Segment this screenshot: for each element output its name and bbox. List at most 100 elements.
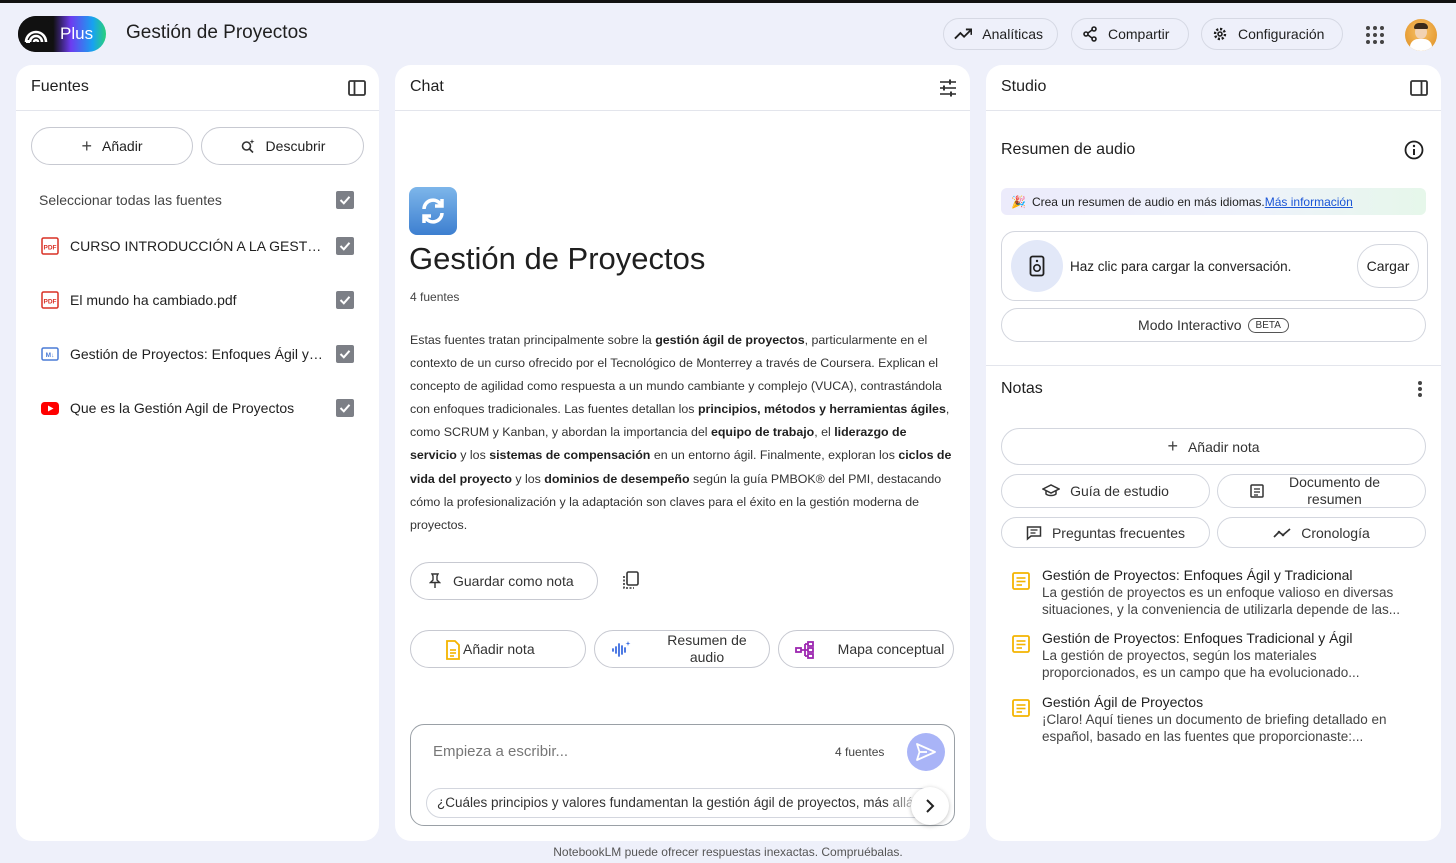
note-title: Gestión de Proyectos: Enfoques Tradicion… xyxy=(1042,630,1353,646)
chat-panel-header: Chat xyxy=(395,65,970,111)
note-preview: ¡Claro! Aquí tienes un documento de brie… xyxy=(1042,712,1387,744)
study-guide-button[interactable]: Guía de estudio xyxy=(1001,474,1210,508)
studio-panel-header: Studio xyxy=(986,65,1441,111)
search-sparkle-icon xyxy=(241,139,255,154)
tune-settings-icon[interactable] xyxy=(938,78,958,98)
gear-icon xyxy=(1213,27,1227,41)
note-item[interactable]: Gestión de Proyectos: Enfoques Ágil y Tr… xyxy=(1008,567,1418,619)
save-as-note-button[interactable]: Guardar como nota xyxy=(410,562,598,600)
chat-panel-title: Chat xyxy=(410,78,444,95)
send-icon xyxy=(916,743,936,761)
sources-panel-header: Fuentes xyxy=(16,65,379,111)
audio-summary-action-label: Resumen de audio xyxy=(667,632,747,665)
suggested-question-chip[interactable]: ¿Cuáles principios y valores fundamentan… xyxy=(426,788,946,818)
pdf-icon: PDF xyxy=(41,237,59,255)
source-label: CURSO INTRODUCCIÓN A LA GESTIÓN ... xyxy=(70,238,325,254)
settings-button[interactable]: Configuración xyxy=(1201,18,1343,50)
plus-icon: + xyxy=(1167,436,1178,456)
avatar[interactable] xyxy=(1405,19,1437,51)
plus-badge: Plus xyxy=(60,24,94,43)
source-label: Gestión de Proyectos: Enfoques Ágil y T.… xyxy=(70,346,325,362)
faq-chat-icon xyxy=(1026,525,1042,541)
source-checkbox[interactable] xyxy=(336,291,354,309)
note-preview: La gestión de proyectos, según los mater… xyxy=(1042,648,1360,680)
collapse-panel-icon[interactable] xyxy=(347,78,367,98)
chat-panel: Chat Gestión de Proyectos 4 fuentes Esta… xyxy=(395,65,970,841)
collapse-panel-icon[interactable] xyxy=(1409,78,1429,98)
add-source-button[interactable]: + Añadir xyxy=(31,127,193,165)
more-options-icon[interactable] xyxy=(1418,381,1422,397)
summary-document-label: Documento de resumen xyxy=(1288,474,1381,507)
source-label: Que es la Gestión Agil de Proyectos xyxy=(70,400,295,416)
timeline-button[interactable]: Cronología xyxy=(1217,517,1426,548)
copy-icon[interactable] xyxy=(621,570,641,590)
discover-sources-button[interactable]: Descubrir xyxy=(201,127,364,165)
composer-source-count: 4 fuentes xyxy=(835,745,885,759)
markdown-icon: M↓ xyxy=(41,347,59,361)
chat-composer: Empieza a escribir... 4 fuentes ¿Cuáles … xyxy=(410,724,955,826)
info-icon[interactable] xyxy=(1404,140,1424,160)
trending-up-icon xyxy=(954,28,973,40)
next-suggestion-button[interactable] xyxy=(911,787,949,825)
source-label: El mundo ha cambiado.pdf xyxy=(70,292,237,308)
notebook-heading: Gestión de Proyectos xyxy=(409,241,706,276)
audio-waveform-icon xyxy=(612,641,631,657)
source-item[interactable]: Que es la Gestión Agil de Proyectos xyxy=(39,397,359,419)
studio-divider xyxy=(986,365,1441,366)
load-conversation-text: Haz clic para cargar la conversación. xyxy=(1070,259,1292,274)
analytics-button[interactable]: Analíticas xyxy=(943,18,1058,50)
note-item[interactable]: Gestión Ágil de Proyectos ¡Claro! Aquí t… xyxy=(1008,694,1418,746)
source-item[interactable]: PDF El mundo ha cambiado.pdf xyxy=(39,289,359,311)
app-header: Plus Gestión de Proyectos Analíticas Com… xyxy=(0,3,1456,63)
source-checkbox[interactable] xyxy=(336,399,354,417)
notebooklm-logo-icon xyxy=(18,16,54,52)
interactive-mode-label: Modo Interactivo xyxy=(1138,317,1242,333)
pdf-icon: PDF xyxy=(41,291,59,309)
pin-icon xyxy=(429,573,441,588)
add-note-button[interactable]: + Añadir nota xyxy=(1001,428,1426,465)
notebook-title[interactable]: Gestión de Proyectos xyxy=(126,22,308,44)
select-all-checkbox[interactable] xyxy=(336,191,354,209)
settings-label: Configuración xyxy=(1238,26,1325,42)
faq-button[interactable]: Preguntas frecuentes xyxy=(1001,517,1210,548)
speaker-icon xyxy=(1011,240,1063,292)
summary-document-button[interactable]: Documento de resumen xyxy=(1217,474,1426,508)
concept-map-action-label: Mapa conceptual xyxy=(837,640,945,657)
source-item[interactable]: M↓ Gestión de Proyectos: Enfoques Ágil y… xyxy=(39,343,359,365)
audio-summary-action-button[interactable]: Resumen de audio xyxy=(594,630,770,668)
study-guide-label: Guía de estudio xyxy=(1070,483,1169,499)
chat-input[interactable]: Empieza a escribir... xyxy=(433,743,568,760)
more-info-link[interactable]: Más información xyxy=(1265,195,1353,209)
concept-map-action-button[interactable]: Mapa conceptual xyxy=(778,630,954,668)
share-button[interactable]: Compartir xyxy=(1071,18,1189,50)
faq-label: Preguntas frecuentes xyxy=(1051,524,1186,541)
party-popper-icon: 🎉 xyxy=(1011,194,1026,209)
source-item[interactable]: PDF CURSO INTRODUCCIÓN A LA GESTIÓN ... xyxy=(39,235,359,257)
timeline-icon xyxy=(1273,527,1291,538)
share-icon xyxy=(1083,26,1097,42)
send-button[interactable] xyxy=(907,733,945,771)
studio-panel: Studio Resumen de audio 🎉 Crea un resume… xyxy=(986,65,1441,841)
note-item[interactable]: Gestión de Proyectos: Enfoques Tradicion… xyxy=(1008,630,1418,682)
apps-grid-icon[interactable] xyxy=(1366,26,1384,44)
note-icon xyxy=(446,640,460,660)
chevron-right-icon xyxy=(926,799,935,813)
interactive-mode-button[interactable]: Modo Interactivo BETA xyxy=(1001,308,1426,342)
graduation-cap-icon xyxy=(1042,484,1061,497)
load-button[interactable]: Cargar xyxy=(1357,244,1419,288)
add-note-action-button[interactable]: Añadir nota xyxy=(410,630,586,668)
notebook-summary: Estas fuentes tratan principalmente sobr… xyxy=(410,333,952,532)
note-title: Gestión Ágil de Proyectos xyxy=(1042,694,1204,710)
notes-title: Notas xyxy=(1001,380,1043,397)
document-icon xyxy=(1249,484,1264,498)
add-source-label: Añadir xyxy=(102,138,143,154)
notebooklm-logo[interactable]: Plus xyxy=(18,16,106,52)
source-checkbox[interactable] xyxy=(336,237,354,255)
timeline-label: Cronología xyxy=(1301,524,1370,541)
note-title: Gestión de Proyectos: Enfoques Ágil y Tr… xyxy=(1042,567,1353,583)
share-label: Compartir xyxy=(1108,26,1170,42)
source-checkbox[interactable] xyxy=(336,345,354,363)
notebook-emoji-icon xyxy=(409,187,457,235)
audio-summary-title: Resumen de audio xyxy=(1001,141,1136,158)
svg-text:PDF: PDF xyxy=(44,299,57,306)
